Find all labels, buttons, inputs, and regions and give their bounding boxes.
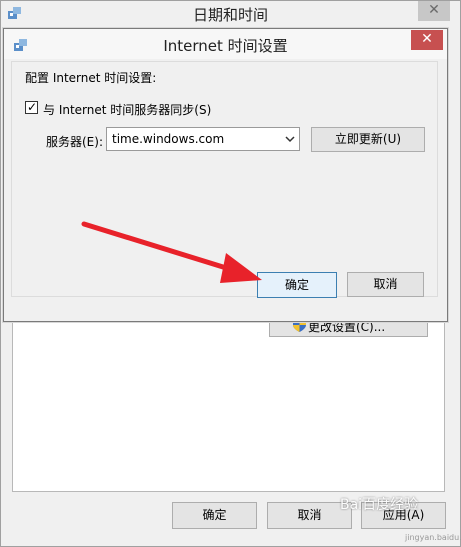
server-label: 服务器(E): <box>46 135 103 149</box>
sync-label[interactable]: 与 Internet 时间服务器同步(S) <box>43 101 211 118</box>
outer-content-panel <box>12 319 445 492</box>
dialog-ok-button[interactable]: 确定 <box>257 272 337 298</box>
chevron-down-icon <box>285 136 295 143</box>
sync-checkbox[interactable]: ✓ <box>25 100 38 114</box>
settings-group <box>11 61 438 297</box>
server-value: time.windows.com <box>112 132 225 146</box>
update-now-button[interactable]: 立即更新(U) <box>311 127 425 152</box>
dialog-titlebar: Internet 时间设置 ✕ <box>4 29 447 59</box>
outer-ok-button[interactable]: 确定 <box>172 502 257 529</box>
close-icon: ✕ <box>428 2 440 18</box>
server-select[interactable]: time.windows.com <box>106 127 300 151</box>
outer-titlebar: 日期和时间 ✕ <box>1 1 460 27</box>
dialog-close-button[interactable]: ✕ <box>411 30 443 50</box>
baidu-watermark-url: jingyan.baidu.com <box>405 533 461 542</box>
outer-window-title: 日期和时间 <box>192 6 268 24</box>
baidu-watermark: Bai百度经验 <box>340 497 419 513</box>
close-icon: ✕ <box>421 31 433 47</box>
dialog-title: Internet 时间设置 <box>163 37 288 55</box>
checkmark-icon: ✓ <box>27 100 38 114</box>
outer-close-button[interactable]: ✕ <box>418 1 450 21</box>
config-label: 配置 Internet 时间设置: <box>25 71 157 85</box>
dialog-cancel-button[interactable]: 取消 <box>347 272 424 297</box>
